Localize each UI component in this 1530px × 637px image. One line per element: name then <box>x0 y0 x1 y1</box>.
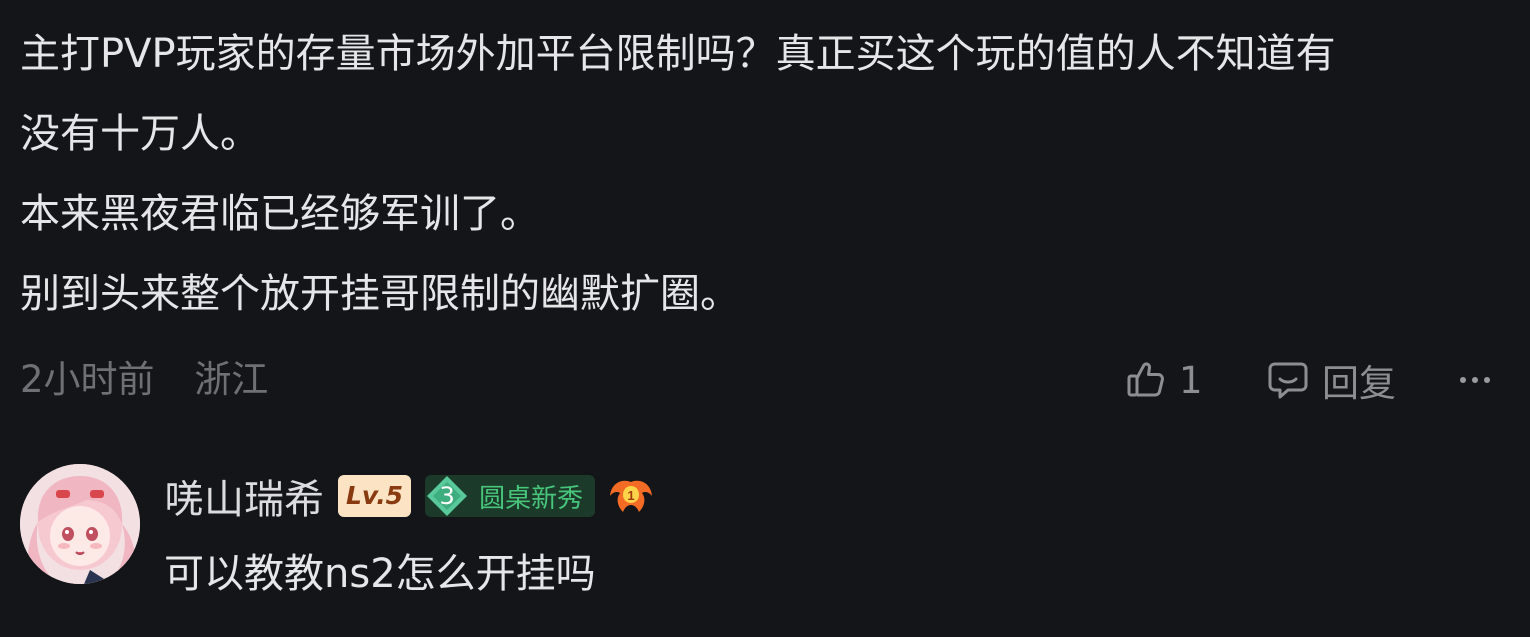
comment-line: 别到头来整个放开挂哥限制的幽默扩圈。 <box>20 271 740 317</box>
reply-header: 唴山瑞希 Lv.5 3 圆桌新秀 1 <box>164 468 655 524</box>
medal-icon: 1 <box>607 474 655 518</box>
comment-body: 主打PVP玩家的存量市场外加平台限制吗？真正买这个玩的值的人不知道有 没有十万人… <box>20 14 1515 334</box>
comment-location: 浙江 <box>194 358 269 401</box>
like-count: 1 <box>1179 358 1203 402</box>
comment-meta: 2小时前 浙江 <box>20 352 296 408</box>
thumbs-up-icon <box>1125 359 1167 401</box>
comment-line: 没有十万人。 <box>20 111 260 157</box>
more-button[interactable] <box>1460 352 1490 408</box>
reply-content: 可以教教ns2怎么开挂吗 <box>164 551 596 597</box>
title-rank: 3 <box>439 482 455 510</box>
comment-meta-row: 2小时前 浙江 1 回复 <box>20 352 1515 408</box>
avatar[interactable] <box>20 464 140 584</box>
title-badge: 3 圆桌新秀 <box>425 474 596 518</box>
like-button[interactable]: 1 <box>1125 352 1203 408</box>
diamond-rank-icon: 3 <box>425 474 469 518</box>
reply-label: 回复 <box>1322 362 1396 405</box>
level-badge: Lv.5 <box>338 475 412 517</box>
comment-line: 主打PVP玩家的存量市场外加平台限制吗？真正买这个玩的值的人不知道有 <box>20 31 1336 77</box>
medal-number: 1 <box>627 488 634 503</box>
comment-bubble-icon <box>1266 359 1310 401</box>
comment-time: 2小时前 <box>20 358 155 401</box>
reply-button[interactable]: 回复 <box>1266 352 1396 408</box>
reply-item: 唴山瑞希 Lv.5 3 圆桌新秀 1 可以教教ns2怎么开挂吗 <box>20 464 1515 614</box>
title-text: 圆桌新秀 <box>479 483 584 514</box>
comment-line: 本来黑夜君临已经够军训了。 <box>20 191 540 237</box>
more-dots-icon <box>1460 377 1490 383</box>
username[interactable]: 唴山瑞希 <box>164 467 324 525</box>
